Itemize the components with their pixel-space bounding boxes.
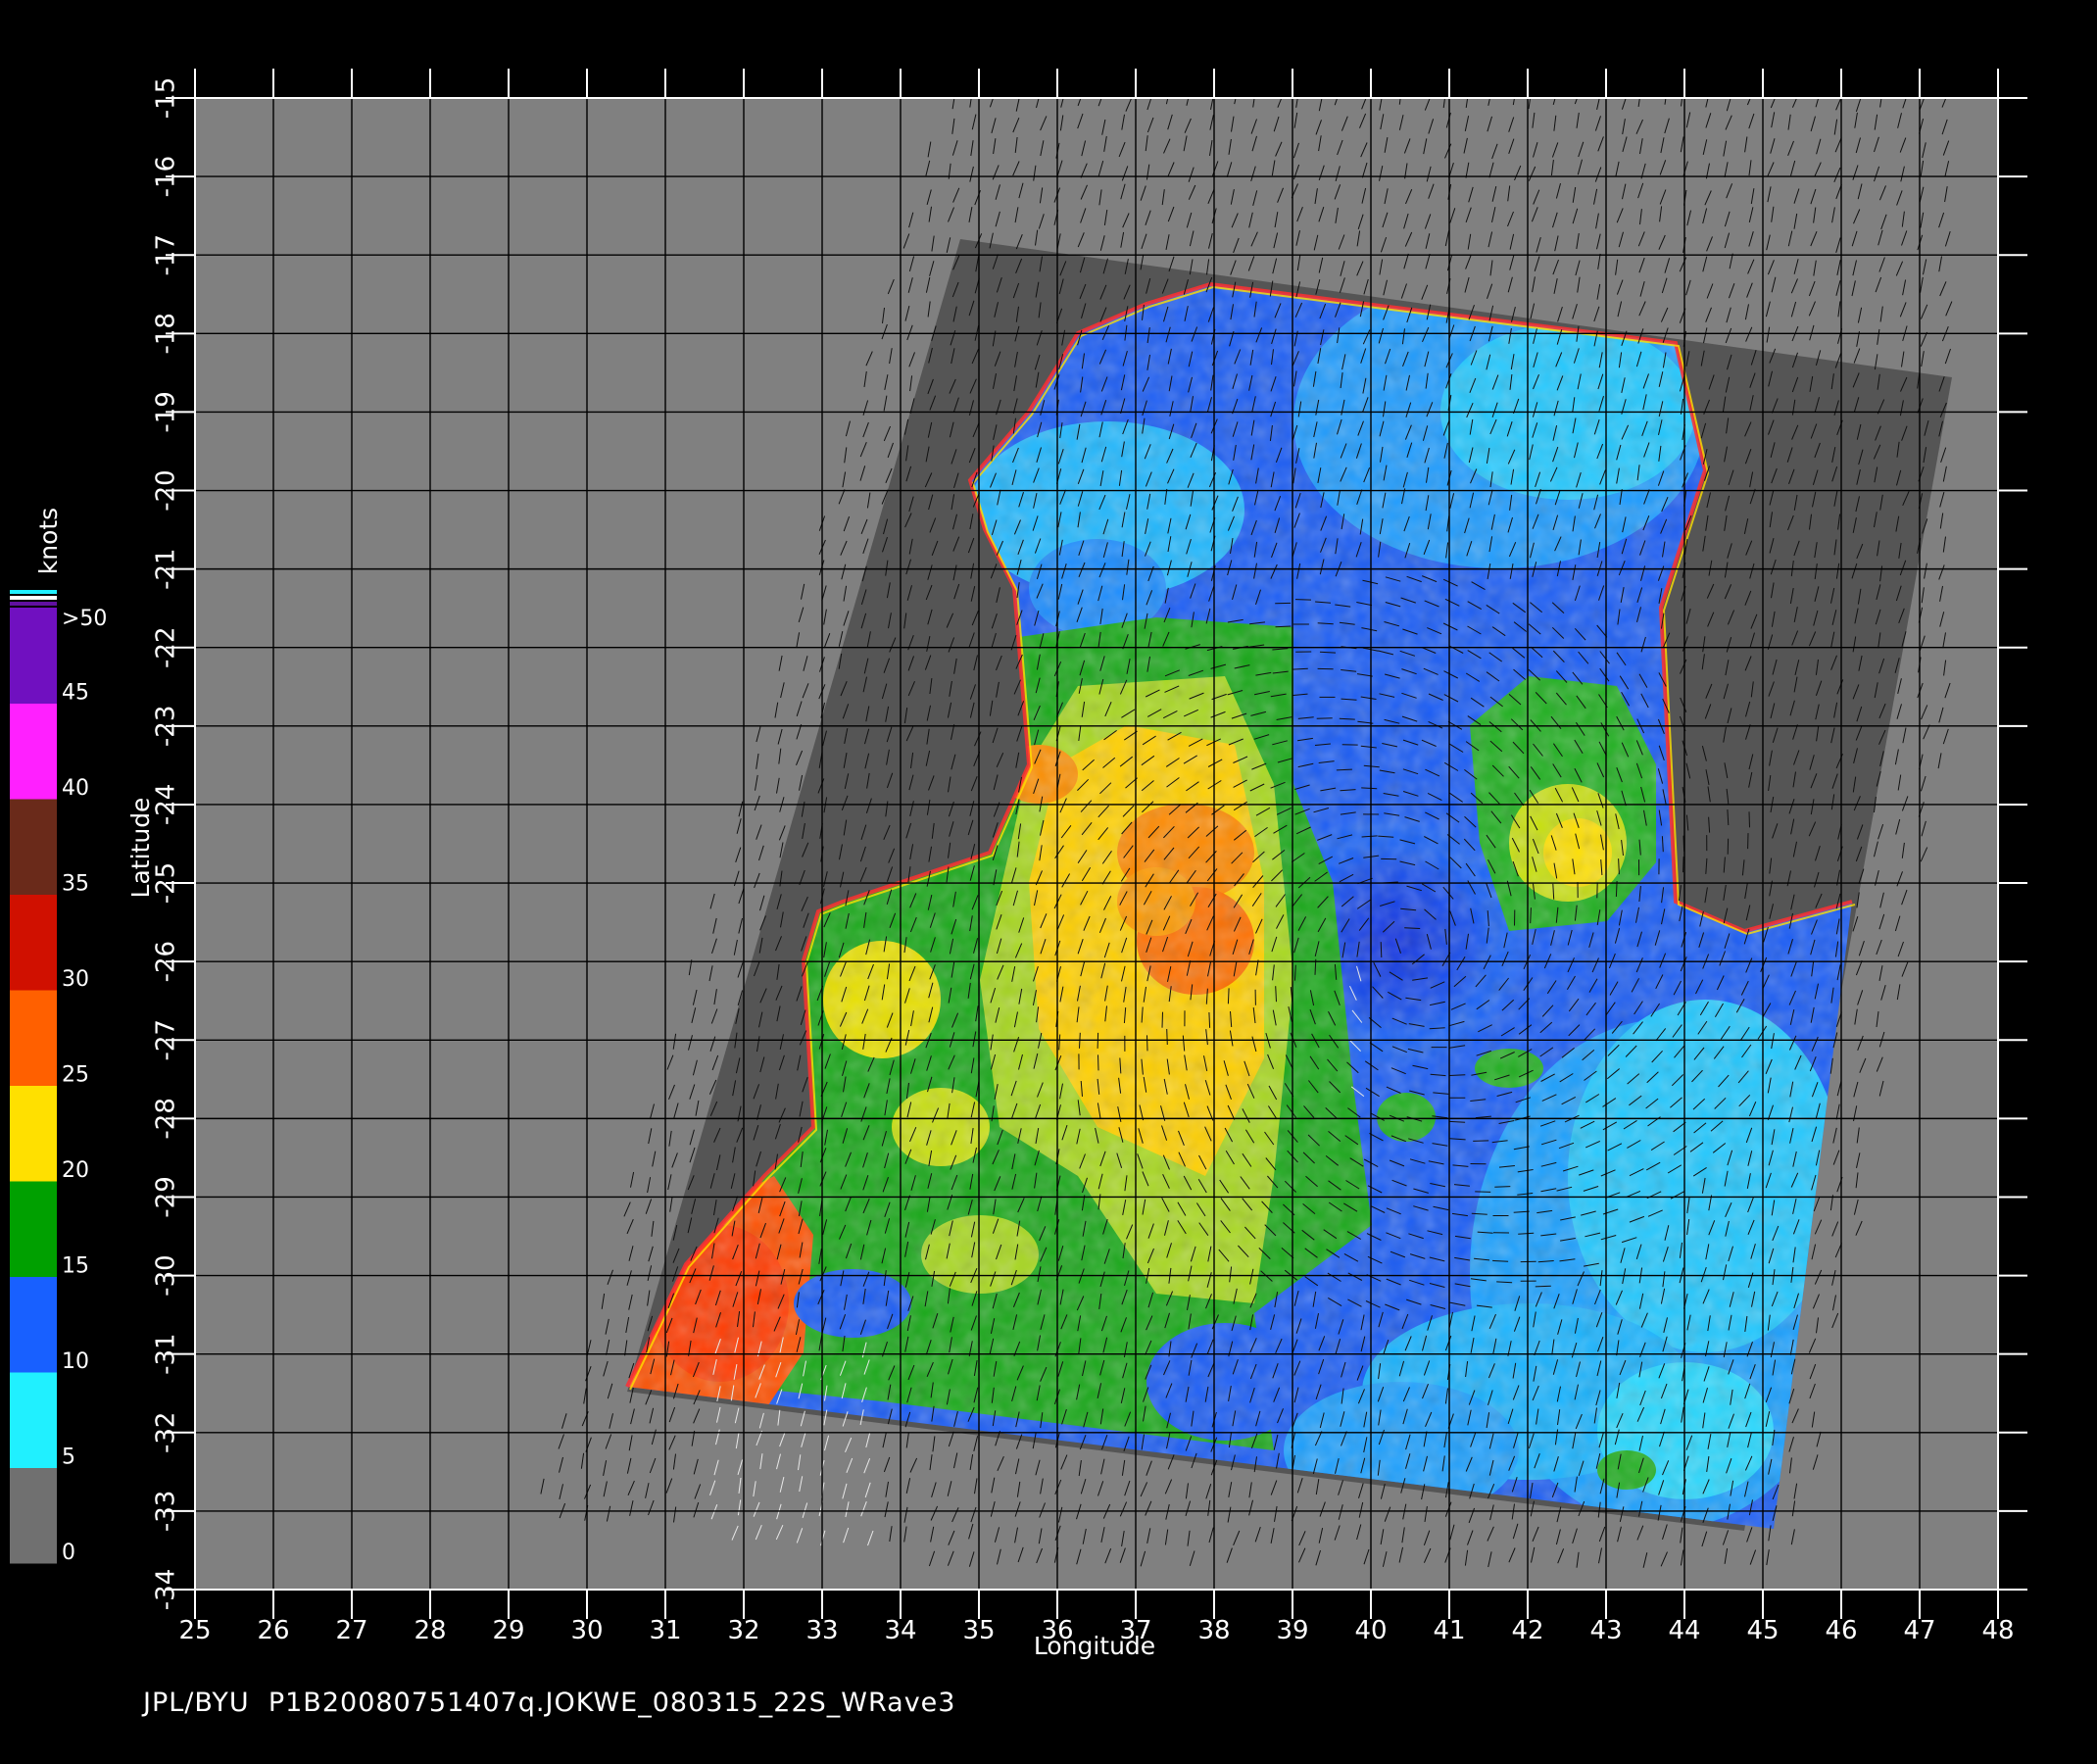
lat-tick-label: -32 [152, 1412, 181, 1453]
lat-tick-label: -22 [152, 627, 181, 668]
colorbar-segment [10, 703, 57, 800]
colorbar-label: 30 [62, 967, 89, 992]
lat-tick-label: -16 [152, 156, 181, 197]
lat-tick-label: -17 [152, 234, 181, 275]
lat-tick-label: -33 [152, 1491, 181, 1532]
wind-barb [1380, 942, 1383, 958]
colorbar-segment [10, 1372, 57, 1468]
wind-speed-map: 25 26 27 28 29 30 31 32 33 34 35 36 37 38 39 40 41 42 43 44… [10, 69, 2027, 1660]
lon-tick-label: 35 [962, 1616, 995, 1645]
wind-barb [1227, 988, 1230, 1004]
wind-barb [1682, 857, 1684, 873]
x-axis-title: Longitude [1034, 1632, 1155, 1660]
lon-tick-label: 46 [1825, 1616, 1857, 1645]
colorbar-segment [10, 608, 57, 704]
lon-tick-label: 43 [1589, 1616, 1622, 1645]
lon-tick-label: 26 [257, 1616, 289, 1645]
colorbar-segment [10, 1181, 57, 1277]
lon-tick-label: 44 [1668, 1616, 1700, 1645]
colorbar-label: 45 [62, 681, 89, 706]
lat-tick-label: -19 [152, 391, 181, 432]
lat-tick-label: -23 [152, 706, 181, 747]
colorbar-label: 20 [62, 1158, 89, 1183]
colorbar-segment [10, 799, 57, 895]
wind-barb [1146, 1035, 1148, 1052]
footer-caption: JPL/BYU P1B20080751407q.JOKWE_080315_22S… [143, 1688, 956, 1718]
lat-tick-label: -18 [152, 313, 181, 354]
lon-tick-label: 38 [1197, 1616, 1230, 1645]
wind-barb [1473, 1140, 1489, 1142]
wind-barb [1748, 811, 1750, 828]
lon-tick-label: 29 [492, 1616, 524, 1645]
lat-tick-label: -25 [152, 862, 181, 904]
lon-tick-label: 41 [1433, 1616, 1465, 1645]
lon-tick-label: 33 [805, 1616, 838, 1645]
colorbar-overflow-strip-white [10, 596, 57, 600]
lon-tick-label: 31 [649, 1616, 681, 1645]
lon-tick-label: 28 [414, 1616, 446, 1645]
lat-tick-label: -26 [152, 941, 181, 982]
colorbar-label: 25 [62, 1063, 89, 1088]
wind-barb [1475, 1191, 1491, 1193]
colorbar-label: 15 [62, 1254, 89, 1279]
lat-tick-label: -27 [152, 1019, 181, 1060]
colorbar-label: 10 [62, 1349, 89, 1374]
colorbar-segment [10, 1085, 57, 1182]
lat-tick-label: -20 [152, 469, 181, 511]
colorbar-label: 40 [62, 776, 89, 801]
wind-barb [1535, 1285, 1551, 1288]
lon-tick-label: 34 [884, 1616, 916, 1645]
lat-tick-label: -28 [152, 1098, 181, 1139]
lat-tick-label: -30 [152, 1254, 181, 1296]
colorbar-segment [10, 1467, 57, 1564]
lon-tick-label: 42 [1511, 1616, 1543, 1645]
lon-tick-label: 40 [1354, 1616, 1387, 1645]
wind-barb [1097, 1054, 1099, 1071]
lon-tick-label: 27 [335, 1616, 367, 1645]
y-axis-title: Latitude [126, 798, 155, 899]
lat-tick-label: -34 [152, 1569, 181, 1610]
colorbar-overflow-strip-cyan [10, 590, 57, 594]
colorbar-label: 0 [62, 1541, 75, 1565]
colorbar-segment [10, 990, 57, 1086]
lon-tick-label: 30 [570, 1616, 603, 1645]
wind-barb [1530, 907, 1532, 924]
colorbar-label: 5 [62, 1446, 75, 1470]
wind-barb [1294, 599, 1312, 601]
lat-tick-label: -15 [152, 77, 181, 119]
colorbar-overflow-strip-purple [10, 602, 57, 606]
colorbar-segment [10, 894, 57, 991]
lat-tick-label: -24 [152, 784, 181, 825]
lat-tick-label: -21 [152, 548, 181, 589]
wind-barb [1161, 1011, 1163, 1028]
lon-tick-label: 48 [1981, 1616, 2014, 1645]
colorbar-label: 35 [62, 872, 89, 897]
colorbar-title: knots [34, 508, 63, 574]
lon-tick-label: 32 [727, 1616, 759, 1645]
wind-barb [1208, 1011, 1211, 1028]
lon-tick-label: 45 [1746, 1616, 1779, 1645]
lon-tick-label: 39 [1276, 1616, 1308, 1645]
lon-tick-label: 47 [1903, 1616, 1935, 1645]
colorbar-segment [10, 1276, 57, 1373]
lat-tick-label: -31 [152, 1333, 181, 1374]
colorbar: 0 5 10 15 20 25 30 35 40 45 >50 knots [10, 508, 107, 1565]
wind-barb [1494, 1186, 1511, 1188]
lat-tick-label: -29 [152, 1176, 181, 1217]
lon-tick-label: 25 [178, 1616, 211, 1645]
wind-barb [1166, 1028, 1168, 1046]
colorbar-label: >50 [62, 607, 107, 631]
wind-barb [1316, 717, 1333, 719]
latitude-tick-labels: -15 -16 -17 -18 -19 -20 -21 -22 -23 -24 -25 -26 -27 -… [152, 77, 181, 1610]
